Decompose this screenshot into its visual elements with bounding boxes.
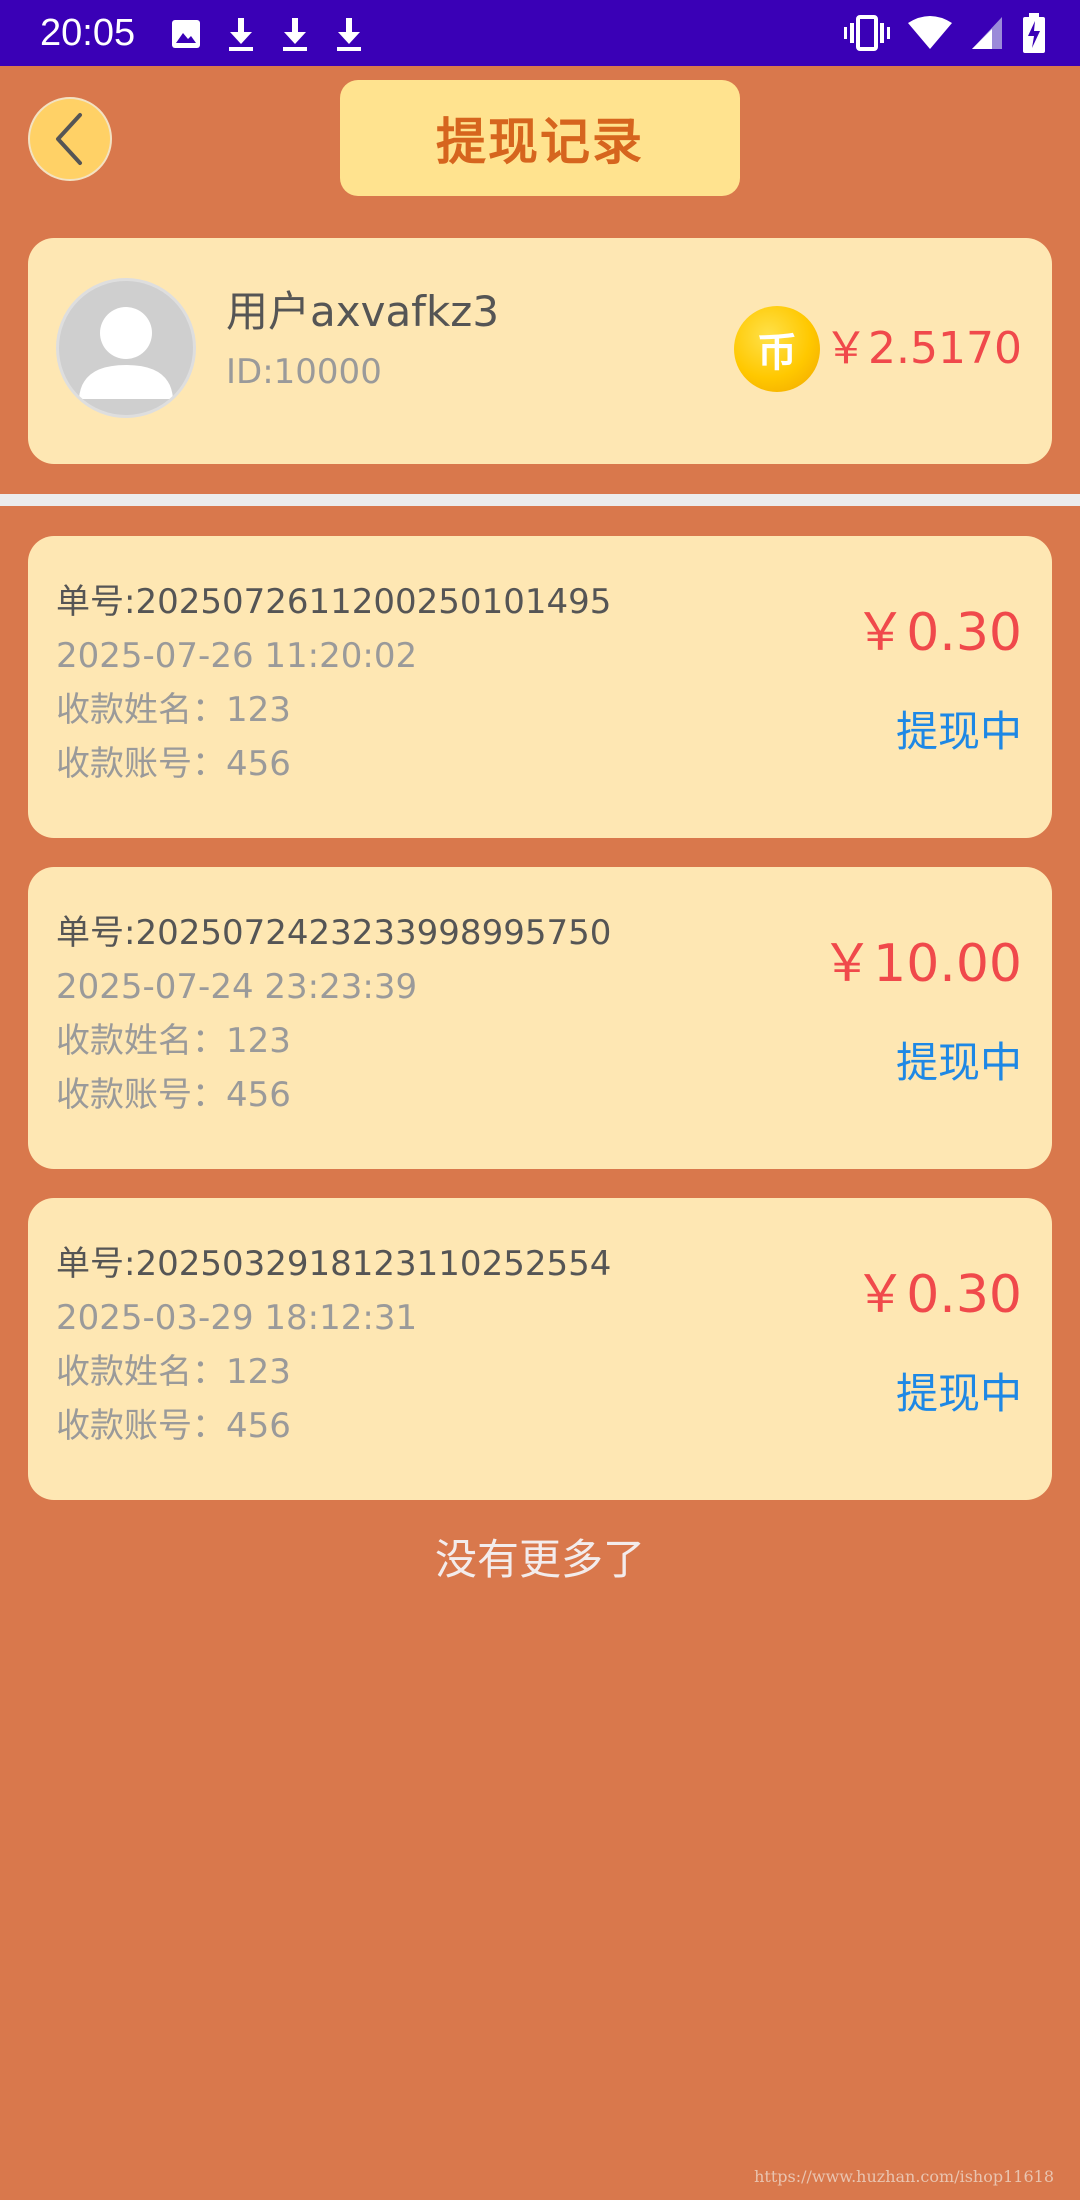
status-time: 20:05 bbox=[40, 12, 136, 54]
record-payee-account: 收款账号：456 bbox=[56, 744, 291, 784]
record-status: 提现中 bbox=[895, 1369, 1022, 1418]
vibrate-icon bbox=[844, 15, 890, 51]
user-card: 用户axvafkz3 ID:10000 币 ￥2.5170 bbox=[28, 238, 1052, 464]
status-bar: 20:05 bbox=[0, 0, 1080, 66]
record-status: 提现中 bbox=[895, 1038, 1022, 1087]
divider bbox=[0, 494, 1080, 506]
battery-charging-icon bbox=[1023, 13, 1045, 53]
system-icons bbox=[844, 12, 1046, 54]
download-icon bbox=[283, 18, 307, 51]
balance-amount: ￥2.5170 bbox=[824, 323, 1022, 374]
record-time: 2025-03-29 18:12:31 bbox=[56, 1298, 418, 1338]
download-icon bbox=[229, 18, 253, 51]
default-avatar-icon bbox=[79, 307, 173, 399]
coin-label: 币 bbox=[757, 330, 797, 376]
user-id: ID:10000 bbox=[226, 352, 382, 392]
record-order-number: 单号:20250724232339989957​50 bbox=[56, 913, 612, 953]
record-amount: ￥0.30 bbox=[854, 1265, 1022, 1325]
coin-icon: 币 bbox=[734, 306, 820, 392]
record-card[interactable]: 单号:20250724232339989957​50 2025-07-24 23… bbox=[28, 867, 1052, 1169]
record-time: 2025-07-26 11:20:02 bbox=[56, 636, 418, 676]
record-amount: ￥0.30 bbox=[854, 603, 1022, 663]
record-order-number: 单号:20250329181231102525​54 bbox=[56, 1244, 612, 1284]
record-card[interactable]: 单号:20250726112002501014​95 2025-07-26 11… bbox=[28, 536, 1052, 838]
image-icon bbox=[172, 20, 200, 48]
record-payee-account: 收款账号：456 bbox=[56, 1406, 291, 1446]
record-payee-account: 收款账号：456 bbox=[56, 1075, 291, 1115]
record-payee-name: 收款姓名：123 bbox=[56, 690, 291, 730]
wifi-icon bbox=[908, 16, 952, 49]
signal-icon bbox=[972, 17, 1002, 49]
avatar[interactable] bbox=[56, 278, 196, 418]
record-payee-name: 收款姓名：123 bbox=[56, 1352, 291, 1392]
page-title: 提现记录 bbox=[436, 113, 644, 171]
chevron-left-icon bbox=[56, 113, 82, 165]
record-status: 提现中 bbox=[895, 707, 1022, 756]
notification-icons bbox=[170, 14, 364, 54]
watermark: https://www.huzhan.com/ishop11618 bbox=[754, 2167, 1054, 2186]
download-icon bbox=[337, 18, 361, 51]
page-title-box: 提现记录 bbox=[340, 80, 740, 196]
record-payee-name: 收款姓名：123 bbox=[56, 1021, 291, 1061]
record-time: 2025-07-24 23:23:39 bbox=[56, 967, 418, 1007]
user-name: 用户axvafkz3 bbox=[226, 287, 500, 336]
back-button[interactable] bbox=[28, 97, 112, 181]
no-more-text: 没有更多了 bbox=[434, 1535, 645, 1584]
record-amount: ￥10.00 bbox=[821, 934, 1022, 994]
record-order-number: 单号:20250726112002501014​95 bbox=[56, 582, 612, 622]
record-card[interactable]: 单号:20250329181231102525​54 2025-03-29 18… bbox=[28, 1198, 1052, 1500]
